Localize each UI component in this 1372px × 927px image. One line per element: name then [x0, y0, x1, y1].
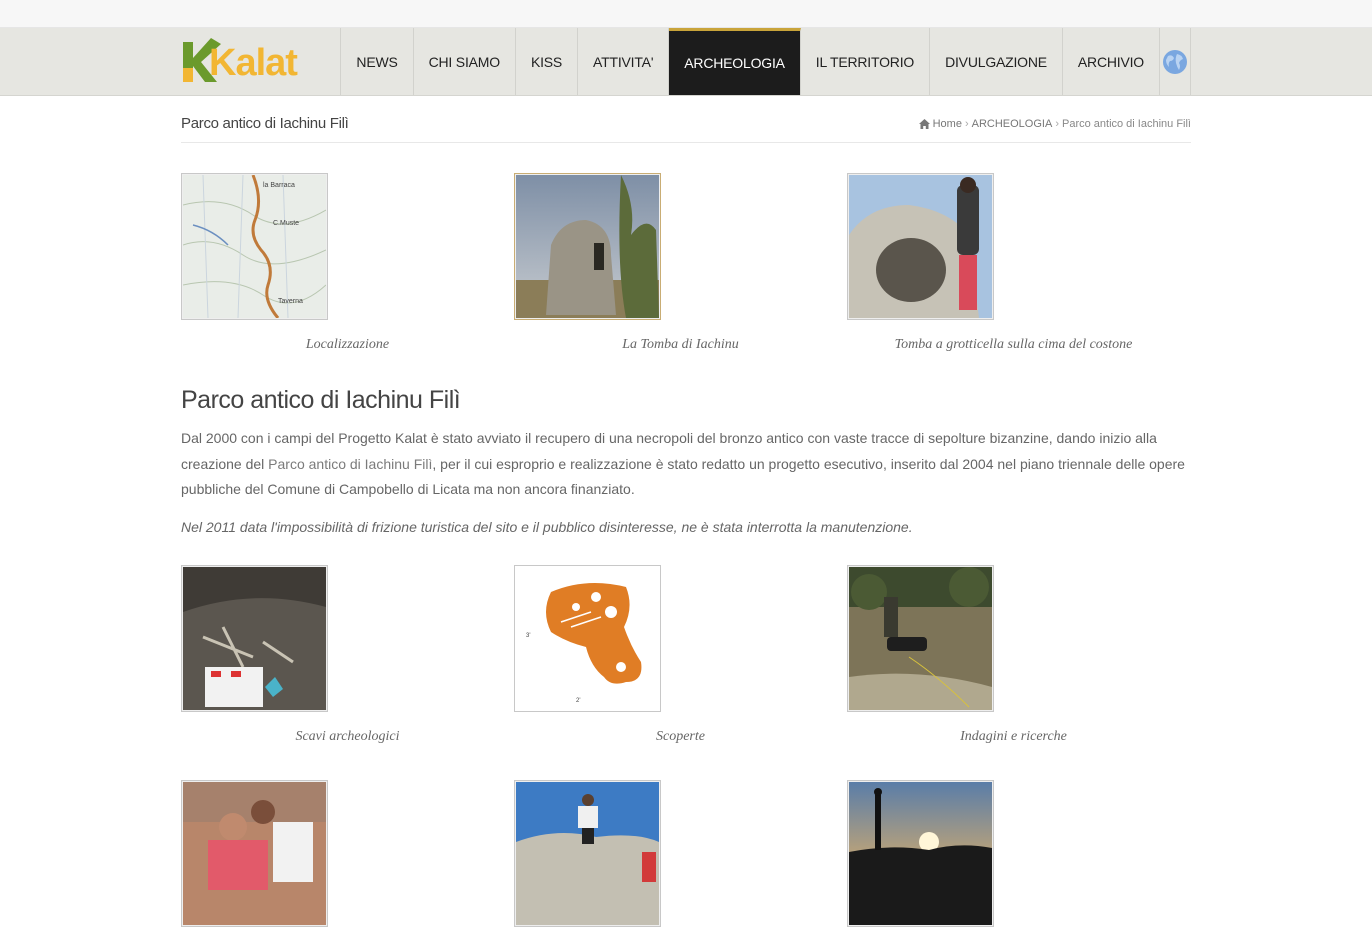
article-heading: Parco antico di Iachinu Filì — [181, 386, 461, 414]
breadcrumb: Home › ARCHEOLOGIA › Parco antico di Iac… — [918, 118, 1191, 130]
content: Parco antico di Iachinu Filì Home › ARCH… — [181, 96, 1191, 927]
gallery-item — [847, 779, 1180, 927]
gallery-item — [181, 779, 514, 927]
home-icon — [918, 119, 930, 129]
gallery-thumbnail[interactable]: C.Muste Taverna la Barraca — [181, 173, 328, 320]
article-paragraph: Dal 2000 con i campi del Progetto Kalat … — [181, 426, 1191, 503]
volunteers-photo — [183, 781, 326, 925]
gallery-thumbnail[interactable] — [514, 173, 661, 320]
tomb-photo — [516, 175, 659, 318]
article-note: Nel 2011 data l'impossibilità di frizion… — [181, 518, 913, 535]
sunset-photo — [849, 781, 992, 925]
gallery-item: C.Muste Taverna la Barraca Localizzazion… — [181, 173, 514, 353]
gallery-caption: Tomba a grotticella sulla cima del costo… — [894, 337, 1133, 352]
gallery-thumbnail[interactable] — [847, 779, 994, 927]
gallery-item: La Tomba di Iachinu — [514, 173, 847, 353]
rock-work-photo — [516, 781, 659, 925]
site-header: Kalat NEWS CHI SIAMO KISS ATTIVITA' ARCH… — [0, 28, 1372, 96]
survey-photo — [849, 566, 992, 710]
gallery-item: Indagini e ricerche — [847, 564, 1180, 745]
grotto-photo — [849, 175, 992, 318]
park-link[interactable]: Parco antico di Iachinu Filì — [268, 456, 432, 472]
site-plan-image: 3' 2' — [516, 566, 659, 710]
gallery-thumbnail[interactable] — [514, 779, 661, 927]
title-bar: Parco antico di Iachinu Filì Home › ARCH… — [181, 96, 1191, 143]
gallery-thumbnail[interactable]: 3' 2' — [514, 564, 661, 712]
nav-item-chi-siamo[interactable]: CHI SIAMO — [414, 28, 516, 95]
gallery-caption: Scavi archeologici — [295, 728, 400, 744]
gallery-item: 3' 2' Scoperte — [514, 564, 847, 745]
language-switcher[interactable] — [1160, 28, 1191, 95]
gallery-thumbnail[interactable] — [847, 173, 994, 320]
logo-wordmark: Kalat — [209, 42, 298, 84]
gallery-thumbnail[interactable] — [181, 779, 328, 927]
nav-item-attivita[interactable]: ATTIVITA' — [578, 28, 670, 95]
nav-item-archivio[interactable]: ARCHIVIO — [1063, 28, 1160, 95]
gallery-item: Tomba a grotticella sulla cima del costo… — [847, 173, 1180, 353]
nav-item-news[interactable]: NEWS — [341, 28, 414, 95]
gallery-item — [514, 779, 847, 927]
breadcrumb-separator: › — [964, 118, 969, 130]
gallery-caption: La Tomba di Iachinu — [622, 337, 739, 352]
map-image: C.Muste Taverna la Barraca — [183, 175, 326, 318]
nav-item-divulgazione[interactable]: DIVULGAZIONE — [930, 28, 1063, 95]
nav-item-kiss[interactable]: KISS — [516, 28, 579, 95]
gallery-caption: Scoperte — [656, 728, 705, 744]
gallery-top: C.Muste Taverna la Barraca Localizzazion… — [181, 173, 1191, 353]
globe-icon — [1163, 49, 1187, 74]
gallery-caption: Localizzazione — [305, 337, 390, 352]
svg-text:3': 3' — [526, 633, 530, 639]
top-bar — [0, 0, 1372, 28]
gallery-mid: Scavi archeologici 3' 2' Scoperte Indagi… — [181, 564, 1191, 745]
gallery-bottom — [181, 779, 1191, 927]
gallery-item: Scavi archeologici — [181, 564, 514, 745]
page-title: Parco antico di Iachinu Filì — [181, 115, 349, 132]
svg-text:C.Muste: C.Muste — [273, 220, 299, 227]
gallery-thumbnail[interactable] — [847, 564, 994, 712]
breadcrumb-home[interactable]: Home — [933, 118, 962, 130]
site-logo[interactable]: Kalat — [181, 38, 298, 86]
nav-item-archeologia[interactable]: ARCHEOLOGIA — [669, 28, 801, 95]
nav-item-il-territorio[interactable]: IL TERRITORIO — [801, 28, 931, 95]
svg-text:2': 2' — [576, 698, 580, 704]
breadcrumb-section[interactable]: ARCHEOLOGIA — [972, 118, 1053, 130]
breadcrumb-separator: › — [1055, 118, 1059, 130]
gallery-thumbnail[interactable] — [181, 564, 328, 712]
excavation-photo — [183, 566, 326, 710]
svg-text:Taverna: Taverna — [278, 298, 303, 305]
svg-text:la Barraca: la Barraca — [263, 182, 295, 189]
breadcrumb-current: Parco antico di Iachinu Filì — [1061, 118, 1191, 130]
gallery-caption: Indagini e ricerche — [960, 728, 1067, 744]
main-nav: NEWS CHI SIAMO KISS ATTIVITA' ARCHEOLOGI… — [340, 28, 1191, 95]
